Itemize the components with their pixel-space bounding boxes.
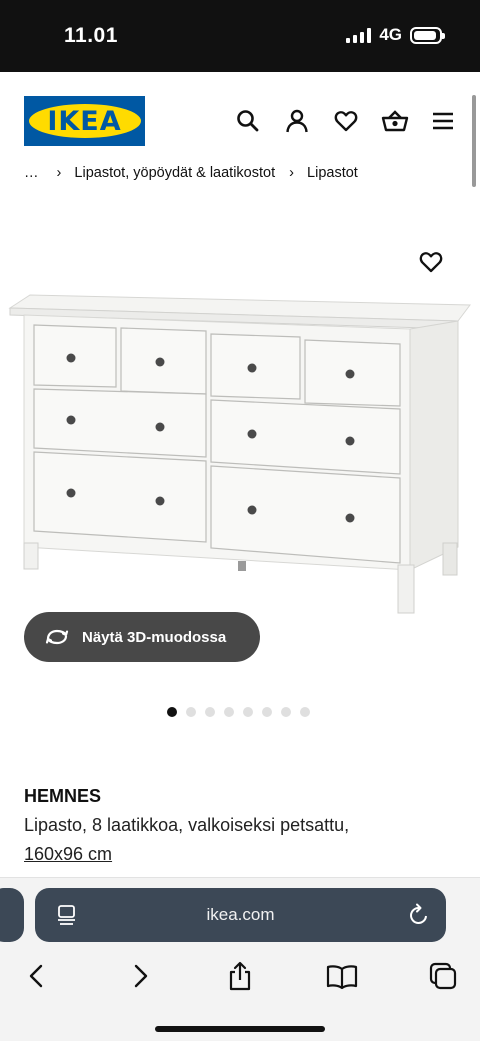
breadcrumb-item-category[interactable]: Lipastot, yöpöydät & laatikostot — [74, 163, 275, 183]
share-icon[interactable] — [225, 961, 255, 991]
ikea-logo[interactable]: IKEA — [24, 96, 145, 146]
breadcrumb-separator: › — [56, 165, 62, 181]
product-size-link[interactable]: 160x96 cm — [24, 844, 112, 865]
url-text: ikea.com — [206, 905, 275, 924]
bookmarks-icon[interactable] — [326, 961, 358, 991]
home-indicator[interactable] — [155, 1026, 325, 1032]
site-header: IKEA — [0, 72, 480, 172]
product-name: HEMNES — [24, 786, 102, 806]
add-to-wishlist-heart-icon[interactable] — [418, 250, 444, 274]
logo-text: IKEA — [47, 105, 122, 137]
carousel-dot[interactable] — [262, 707, 272, 717]
battery-fill — [414, 30, 436, 40]
address-bar[interactable]: ikea.com — [35, 888, 446, 942]
basket-icon[interactable] — [381, 108, 409, 134]
user-icon[interactable] — [284, 108, 310, 134]
view-3d-button[interactable]: Näytä 3D-muodossa — [24, 612, 260, 662]
reload-icon[interactable] — [408, 903, 430, 927]
carousel-dot[interactable] — [281, 707, 291, 717]
rotate-3d-icon — [45, 629, 69, 645]
search-icon[interactable] — [235, 108, 261, 134]
breadcrumb-ellipsis[interactable]: … — [24, 163, 39, 183]
product-image-dresser[interactable] — [0, 285, 480, 615]
browser-toolbar: ikea.com — [0, 877, 480, 1041]
carousel-dot[interactable] — [186, 707, 196, 717]
carousel-dot[interactable] — [300, 707, 310, 717]
breadcrumb: … › Lipastot, yöpöydät & laatikostot › L… — [24, 163, 358, 183]
status-indicators: 4G — [346, 25, 445, 45]
logo-oval: IKEA — [28, 104, 141, 138]
network-label: 4G — [379, 25, 402, 44]
previous-tab-preview[interactable] — [0, 888, 24, 942]
carousel-dot[interactable] — [224, 707, 234, 717]
breadcrumb-item-current[interactable]: Lipastot — [307, 163, 358, 183]
view-3d-label: Näytä 3D-muodossa — [82, 628, 227, 646]
status-bar: 11.01 4G — [0, 0, 480, 72]
status-time: 11.01 — [64, 24, 118, 47]
product-description: Lipasto, 8 laatikkoa, valkoiseksi petsat… — [24, 815, 350, 835]
carousel-dot[interactable] — [205, 707, 215, 717]
back-icon[interactable] — [22, 961, 52, 991]
image-carousel-dots — [167, 707, 310, 717]
heart-icon[interactable] — [333, 108, 359, 134]
page-scrollbar[interactable] — [472, 95, 476, 187]
carousel-dot[interactable] — [167, 707, 177, 717]
forward-icon[interactable] — [125, 961, 155, 991]
signal-icon — [346, 27, 372, 43]
tabs-icon[interactable] — [428, 961, 458, 991]
carousel-dot[interactable] — [243, 707, 253, 717]
breadcrumb-separator: › — [289, 165, 294, 181]
menu-icon[interactable] — [431, 108, 455, 134]
battery-icon — [410, 26, 445, 44]
